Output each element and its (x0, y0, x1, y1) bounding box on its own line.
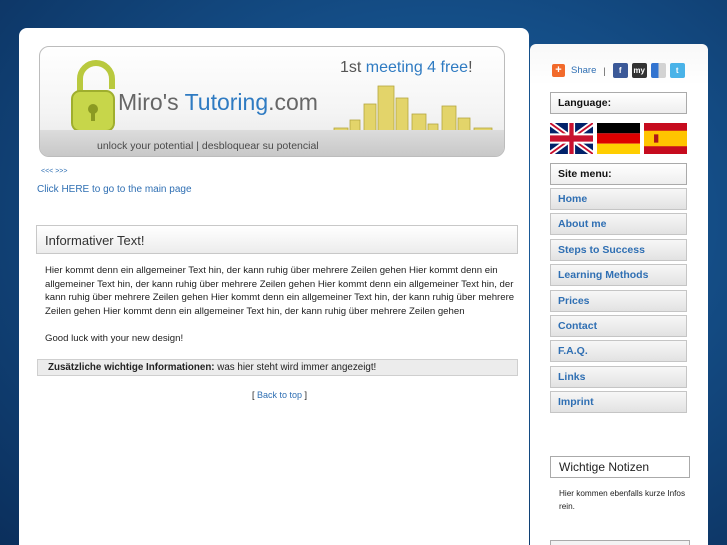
notes-heading: Wichtige Notizen (550, 456, 690, 478)
menu-item-about-me[interactable]: About me (550, 213, 687, 236)
share-plus-icon[interactable]: + (552, 64, 565, 77)
padlock-icon (71, 60, 115, 132)
twitter-icon[interactable]: t (669, 63, 685, 78)
info-box: Zusätzliche wichtige Informationen: was … (37, 359, 518, 376)
brand-logo[interactable]: Miro's Tutoring.com (118, 89, 318, 116)
menu-item-prices[interactable]: Prices (550, 289, 687, 312)
notes-text: Hier kommen ebenfalls kurze Infos rein. (559, 489, 686, 511)
share-separator: | (603, 65, 606, 76)
menu-item-home[interactable]: Home (550, 188, 687, 210)
back-to-top: [ Back to top ] (252, 390, 308, 400)
content-heading: Informativer Text! (36, 225, 518, 254)
info-text: was hier steht wird immer angezeigt! (214, 362, 377, 373)
back-to-top-link[interactable]: Back to top (257, 390, 302, 400)
menu-item-contact[interactable]: Contact (550, 314, 687, 337)
delicious-icon[interactable] (650, 63, 666, 78)
promo-text: 1st meeting 4 free! (340, 59, 473, 76)
next-box-edge (550, 540, 690, 545)
slogan-strip: unlock your potential | desbloquear su p… (40, 130, 504, 156)
site-menu-heading: Site menu: (550, 163, 687, 185)
main-page-link[interactable]: Click HERE to go to the main page (37, 184, 192, 195)
uk-flag-icon[interactable] (550, 123, 593, 154)
menu-item-steps-to-success[interactable]: Steps to Success (550, 238, 687, 261)
menu-item-links[interactable]: Links (550, 365, 687, 388)
site-menu: Home About me Steps to Success Learning … (550, 188, 687, 417)
share-link[interactable]: Share (571, 65, 596, 76)
menu-item-learning-methods[interactable]: Learning Methods (550, 264, 687, 287)
page-nav-arrows[interactable]: <<< >>> (41, 168, 67, 175)
body-paragraph: Hier kommt denn ein allgemeiner Text hin… (45, 265, 515, 317)
germany-flag-icon[interactable] (597, 123, 640, 154)
facebook-icon[interactable]: f (612, 63, 628, 78)
slogan-text: unlock your potential | desbloquear su p… (97, 140, 319, 152)
menu-item-faq[interactable]: F.A.Q. (550, 340, 687, 363)
share-row: + Share | f my t (552, 63, 685, 78)
language-heading: Language: (550, 92, 687, 114)
spain-flag-icon[interactable] (644, 123, 687, 154)
myspace-icon[interactable]: my (631, 63, 647, 78)
good-luck-text: Good luck with your new design! (45, 333, 184, 344)
info-label: Zusätzliche wichtige Informationen: (48, 362, 215, 373)
header-banner: Miro's Tutoring.com 1st meeting 4 free! … (39, 46, 505, 157)
menu-item-imprint[interactable]: Imprint (550, 391, 687, 414)
language-flags (550, 123, 687, 154)
